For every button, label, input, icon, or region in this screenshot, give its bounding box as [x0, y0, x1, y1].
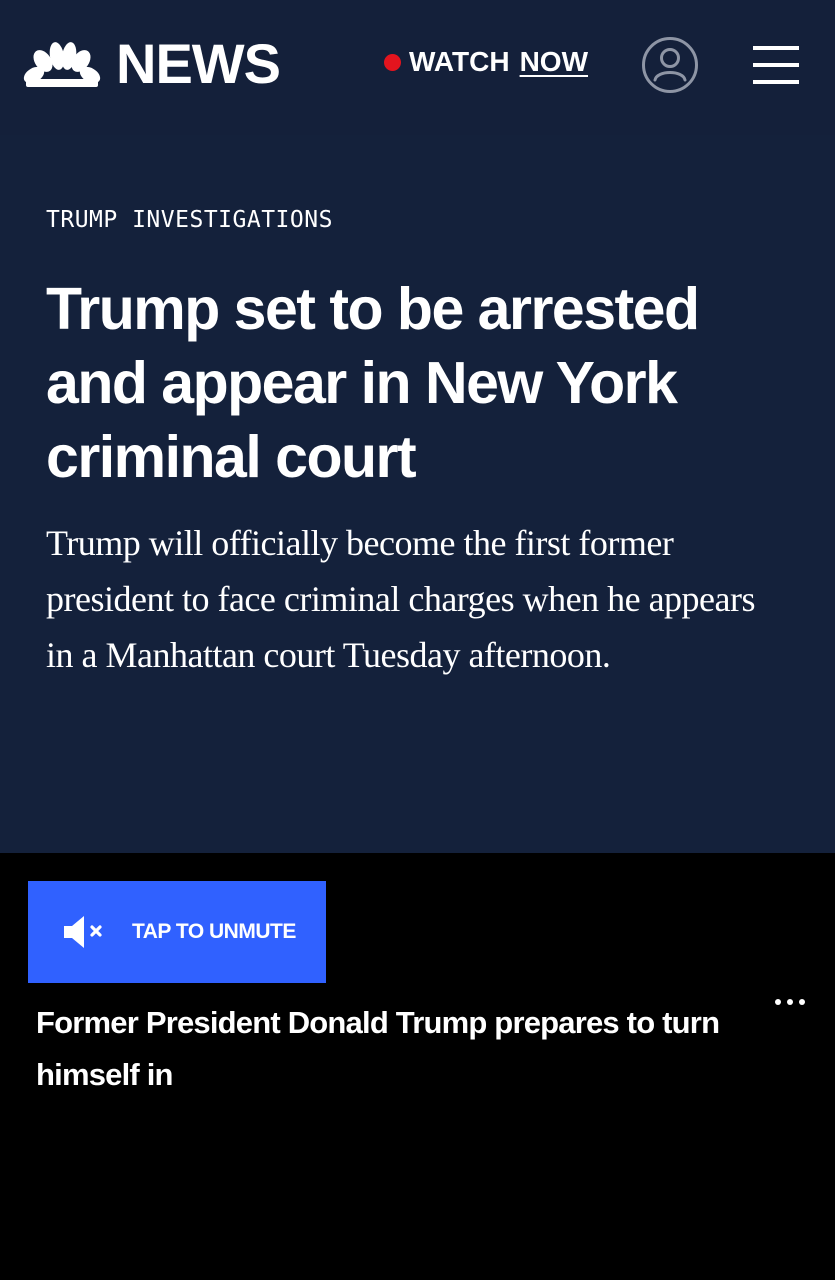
logo-text: NEWS — [116, 32, 281, 95]
article-summary: Trump will officially become the first f… — [46, 523, 756, 675]
more-options-icon — [775, 999, 781, 1005]
nbc-news-logo[interactable]: NEWS — [22, 32, 281, 95]
muted-speaker-icon — [64, 916, 102, 948]
article-category-link[interactable]: TRUMP INVESTIGATIONS — [46, 207, 333, 233]
hamburger-menu-icon — [753, 63, 799, 67]
more-options-icon — [799, 999, 805, 1005]
hamburger-menu-icon — [753, 80, 799, 84]
nbc-peacock-icon — [23, 42, 101, 87]
article-header-section: NEWS WATCH NOW TRUMP INVESTIGATIONS Trum… — [0, 0, 835, 853]
video-title: Former President Donald Trump prepares t… — [36, 1005, 720, 1092]
hamburger-menu-button[interactable] — [753, 45, 799, 85]
more-options-icon — [787, 999, 793, 1005]
user-account-button[interactable] — [641, 36, 699, 94]
hamburger-menu-icon — [753, 46, 799, 50]
more-options-button[interactable] — [772, 992, 808, 1012]
top-navigation-bar: NEWS WATCH NOW — [0, 0, 835, 135]
watch-now-link[interactable]: WATCH NOW — [384, 46, 588, 78]
watch-now-label: NOW — [519, 46, 589, 77]
user-icon — [642, 37, 698, 93]
unmute-label: TAP TO UNMUTE — [132, 920, 296, 943]
watch-label: WATCH — [409, 46, 510, 77]
tap-to-unmute-button[interactable]: TAP TO UNMUTE — [28, 881, 326, 983]
live-dot-icon — [384, 53, 401, 71]
article-headline: Trump set to be arrested and appear in N… — [46, 276, 700, 490]
